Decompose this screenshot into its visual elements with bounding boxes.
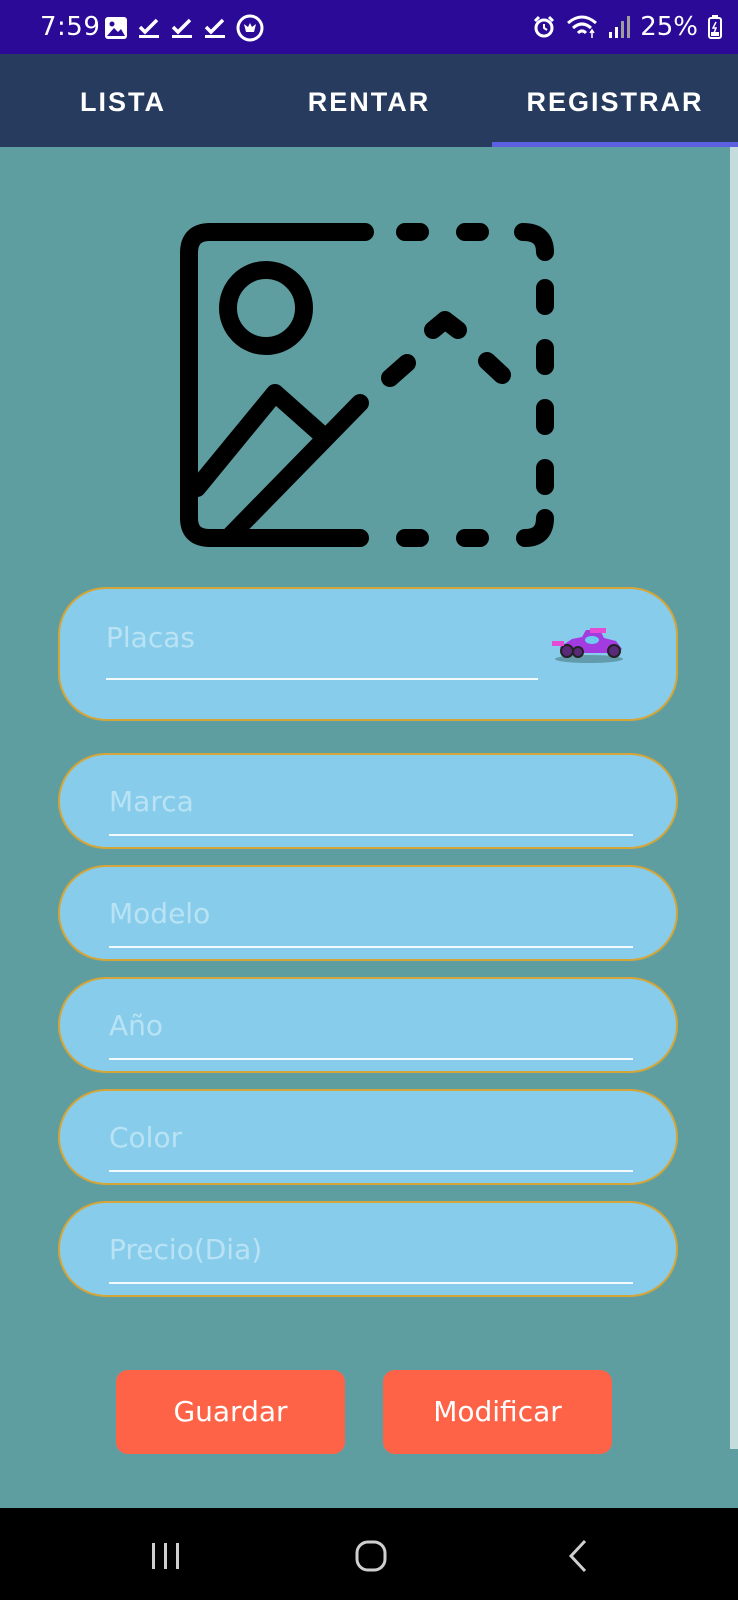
precio-underline	[109, 1282, 633, 1284]
battery-percent: 25%	[640, 12, 698, 42]
color-placeholder: Color	[109, 1121, 183, 1154]
back-icon[interactable]	[566, 1538, 590, 1574]
notification-icons	[104, 14, 264, 42]
battery-icon	[708, 15, 722, 39]
tab-lista[interactable]: LISTA	[0, 54, 246, 147]
ano-placeholder: Año	[109, 1009, 164, 1042]
tab-registrar[interactable]: REGISTRAR	[492, 54, 738, 147]
home-icon[interactable]	[355, 1540, 387, 1572]
status-time: 7:59	[40, 12, 101, 42]
modelo-field[interactable]: Modelo	[58, 865, 678, 961]
check-icon	[204, 18, 225, 38]
marca-underline	[109, 834, 633, 836]
save-button[interactable]: Guardar	[116, 1370, 345, 1454]
system-icons: 25%	[532, 12, 722, 42]
tab-bar: LISTA RENTAR REGISTRAR	[0, 54, 738, 147]
placas-field[interactable]: Placas	[58, 587, 678, 721]
color-underline	[109, 1170, 633, 1172]
marca-placeholder: Marca	[109, 785, 194, 818]
check-icon	[171, 18, 192, 38]
race-car-icon	[552, 628, 623, 663]
ano-underline	[109, 1058, 633, 1060]
ano-field[interactable]: Año	[58, 977, 678, 1073]
add-image-icon[interactable]	[175, 218, 567, 554]
tab-indicator	[492, 142, 738, 147]
marca-field[interactable]: Marca	[58, 753, 678, 849]
signal-icon	[609, 16, 631, 38]
placas-placeholder: Placas	[106, 621, 195, 654]
status-bar: 7:59 25%	[0, 0, 738, 54]
precio-placeholder: Precio(Dia)	[109, 1233, 263, 1266]
recents-icon[interactable]	[150, 1542, 182, 1570]
check-icon	[138, 18, 159, 38]
modify-button[interactable]: Modificar	[383, 1370, 612, 1454]
precio-field[interactable]: Precio(Dia)	[58, 1201, 678, 1297]
modelo-underline	[109, 946, 633, 948]
color-field[interactable]: Color	[58, 1089, 678, 1185]
placas-underline	[106, 678, 538, 680]
modelo-placeholder: Modelo	[109, 897, 211, 930]
navigation-bar	[0, 1508, 738, 1600]
alarm-icon	[534, 15, 555, 38]
scrollbar[interactable]	[730, 147, 738, 1449]
gallery-icon	[105, 17, 127, 39]
shield-icon	[236, 14, 264, 42]
tab-rentar[interactable]: RENTAR	[246, 54, 492, 147]
wifi-icon	[567, 15, 598, 38]
